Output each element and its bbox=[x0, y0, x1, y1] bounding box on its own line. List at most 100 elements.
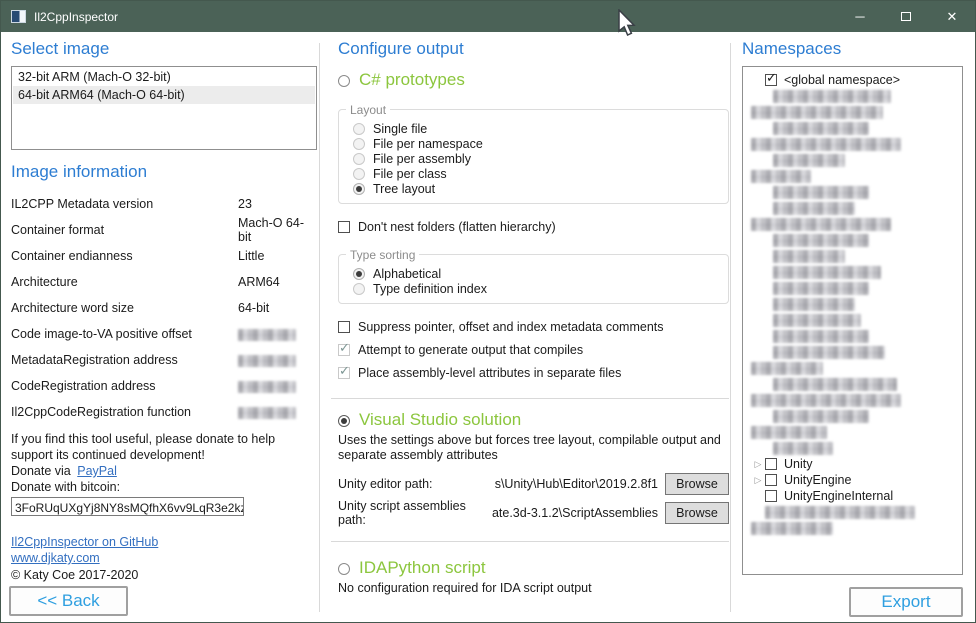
donation-section: If you find this tool useful, please don… bbox=[11, 431, 313, 516]
info-row: Container endiannessLittle bbox=[11, 249, 317, 263]
donate-via-label: Donate via bbox=[11, 464, 71, 478]
column-divider-left bbox=[319, 43, 320, 612]
suppress-comments-checkbox[interactable]: Suppress pointer, offset and index metad… bbox=[338, 318, 729, 335]
namespace-item-redacted[interactable] bbox=[743, 136, 962, 152]
configure-output-section: Configure output C# prototypes Layout Si… bbox=[338, 39, 729, 596]
checkbox-icon[interactable] bbox=[765, 458, 777, 470]
radio-icon-selected bbox=[338, 415, 350, 427]
idapython-script-radio[interactable]: IDAPython script bbox=[338, 558, 729, 578]
info-row: ArchitectureARM64 bbox=[11, 275, 317, 289]
app-icon bbox=[11, 10, 26, 23]
checkbox-icon-checked: ✓ bbox=[338, 367, 350, 379]
unity-editor-path-input[interactable]: s\Unity\Hub\Editor\2019.2.8f1 bbox=[486, 477, 658, 491]
unity-assemblies-path-row: Unity script assemblies path: ate.3d-3.1… bbox=[338, 502, 729, 524]
radio-file-per-assembly[interactable]: File per assembly bbox=[353, 151, 718, 166]
namespaces-list[interactable]: ✓ <global namespace> bbox=[742, 66, 963, 575]
namespace-item-redacted[interactable] bbox=[743, 264, 962, 280]
radio-icon bbox=[353, 123, 365, 135]
separate-attributes-checkbox[interactable]: ✓ Place assembly-level attributes in sep… bbox=[338, 364, 729, 381]
image-list-item[interactable]: 32-bit ARM (Mach-O 32-bit) bbox=[13, 68, 315, 86]
checkbox-icon bbox=[338, 221, 350, 233]
namespace-item-redacted[interactable] bbox=[743, 360, 962, 376]
unity-assemblies-path-input[interactable]: ate.3d-3.1.2\ScriptAssemblies bbox=[486, 506, 658, 520]
ida-description: No configuration required for IDA script… bbox=[338, 581, 729, 596]
titlebar: Il2CppInspector ─ ✕ bbox=[1, 1, 975, 32]
bitcoin-address-input[interactable]: 3FoRUqUXgYj8NY8sMQfhX6vv9LqR3e2kzz bbox=[11, 497, 244, 516]
checkbox-icon[interactable] bbox=[765, 474, 777, 486]
back-button[interactable]: << Back bbox=[9, 586, 128, 616]
visual-studio-solution-label: Visual Studio solution bbox=[359, 410, 521, 430]
namespace-item-redacted[interactable] bbox=[743, 408, 962, 424]
image-information-table: IL2CPP Metadata version23 Container form… bbox=[11, 197, 317, 419]
namespace-item-redacted[interactable] bbox=[743, 168, 962, 184]
radio-tree-layout[interactable]: Tree layout bbox=[353, 181, 718, 196]
namespace-item-redacted[interactable] bbox=[743, 248, 962, 264]
minimize-button[interactable]: ─ bbox=[837, 1, 883, 32]
window-title: Il2CppInspector bbox=[34, 10, 118, 24]
namespace-item-redacted[interactable] bbox=[743, 152, 962, 168]
browse-editor-button[interactable]: Browse bbox=[665, 473, 729, 495]
info-row: Il2CppCodeRegistration function bbox=[11, 405, 317, 419]
namespace-item-unityengineinternal[interactable]: UnityEngineInternal bbox=[743, 488, 962, 504]
flatten-hierarchy-checkbox[interactable]: Don't nest folders (flatten hierarchy) bbox=[338, 218, 729, 235]
namespace-item-redacted[interactable] bbox=[743, 296, 962, 312]
radio-alphabetical[interactable]: Alphabetical bbox=[353, 266, 718, 281]
namespace-item-redacted[interactable] bbox=[743, 376, 962, 392]
layout-group-title: Layout bbox=[346, 103, 390, 117]
close-button[interactable]: ✕ bbox=[929, 1, 975, 32]
redacted-value bbox=[238, 407, 296, 419]
github-link[interactable]: Il2CppInspector on GitHub bbox=[11, 534, 317, 550]
website-link[interactable]: www.djkaty.com bbox=[11, 550, 317, 566]
namespace-item-redacted[interactable] bbox=[743, 120, 962, 136]
namespace-item-redacted[interactable] bbox=[743, 424, 962, 440]
namespace-item-redacted[interactable] bbox=[743, 184, 962, 200]
namespaces-header: Namespaces bbox=[742, 39, 963, 59]
select-image-section: Select image 32-bit ARM (Mach-O 32-bit) … bbox=[11, 39, 317, 583]
namespace-item-redacted[interactable] bbox=[743, 312, 962, 328]
radio-icon-selected bbox=[353, 183, 365, 195]
radio-icon-selected bbox=[353, 268, 365, 280]
radio-file-per-class[interactable]: File per class bbox=[353, 166, 718, 181]
checkbox-icon-checked[interactable]: ✓ bbox=[765, 74, 777, 86]
configure-output-header: Configure output bbox=[338, 39, 729, 59]
donation-message: If you find this tool useful, please don… bbox=[11, 431, 313, 463]
namespace-item-redacted[interactable] bbox=[743, 328, 962, 344]
namespace-item-redacted[interactable] bbox=[743, 440, 962, 456]
section-divider bbox=[331, 541, 729, 542]
radio-icon bbox=[353, 138, 365, 150]
namespace-item-redacted[interactable] bbox=[743, 280, 962, 296]
maximize-button[interactable] bbox=[883, 1, 929, 32]
radio-file-per-namespace[interactable]: File per namespace bbox=[353, 136, 718, 151]
unity-editor-path-row: Unity editor path: s\Unity\Hub\Editor\20… bbox=[338, 473, 729, 495]
browse-assemblies-button[interactable]: Browse bbox=[665, 502, 729, 524]
maximize-icon bbox=[901, 12, 911, 21]
radio-type-definition-index[interactable]: Type definition index bbox=[353, 281, 718, 296]
expander-icon[interactable]: ▷ bbox=[751, 475, 765, 486]
namespace-item-redacted[interactable] bbox=[743, 344, 962, 360]
csharp-prototypes-label: C# prototypes bbox=[359, 70, 465, 90]
namespace-item-redacted[interactable] bbox=[743, 200, 962, 216]
expander-icon[interactable]: ▷ bbox=[751, 459, 765, 470]
compilable-output-checkbox[interactable]: ✓ Attempt to generate output that compil… bbox=[338, 341, 729, 358]
visual-studio-solution-radio[interactable]: Visual Studio solution bbox=[338, 410, 729, 430]
namespace-item-redacted[interactable] bbox=[743, 504, 962, 520]
namespace-item-redacted[interactable] bbox=[743, 232, 962, 248]
image-information-header: Image information bbox=[11, 162, 317, 182]
namespace-item-unityengine[interactable]: ▷ UnityEngine bbox=[743, 472, 962, 488]
namespace-item-redacted[interactable] bbox=[743, 216, 962, 232]
namespace-item-global[interactable]: ✓ <global namespace> bbox=[743, 72, 962, 88]
namespace-item-redacted[interactable] bbox=[743, 88, 962, 104]
type-sorting-title: Type sorting bbox=[346, 248, 419, 262]
namespace-item-redacted[interactable] bbox=[743, 392, 962, 408]
checkbox-icon[interactable] bbox=[765, 490, 777, 502]
image-listbox[interactable]: 32-bit ARM (Mach-O 32-bit) 64-bit ARM64 … bbox=[11, 66, 317, 150]
image-list-item-selected[interactable]: 64-bit ARM64 (Mach-O 64-bit) bbox=[13, 86, 315, 104]
csharp-prototypes-radio[interactable]: C# prototypes bbox=[338, 70, 729, 90]
namespace-item-redacted[interactable] bbox=[743, 520, 962, 536]
export-button[interactable]: Export bbox=[849, 587, 963, 617]
close-icon: ✕ bbox=[947, 9, 958, 25]
radio-single-file[interactable]: Single file bbox=[353, 121, 718, 136]
namespace-item-unity[interactable]: ▷ Unity bbox=[743, 456, 962, 472]
namespace-item-redacted[interactable] bbox=[743, 104, 962, 120]
paypal-link[interactable]: PayPal bbox=[77, 463, 117, 479]
